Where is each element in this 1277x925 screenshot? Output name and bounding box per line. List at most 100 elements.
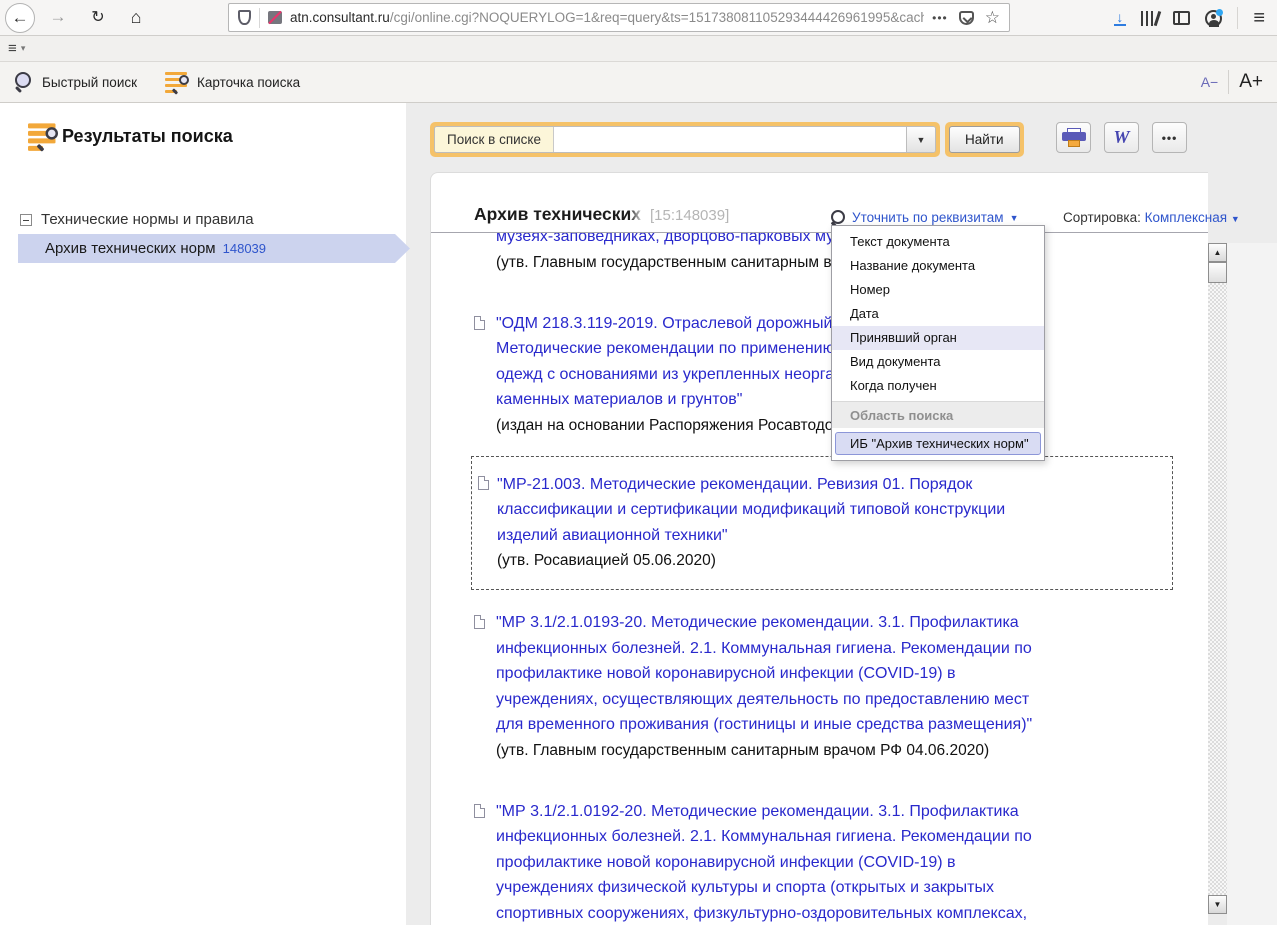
refine-by-fields-button[interactable]: Уточнить по реквизитам ▼ (831, 210, 1019, 225)
result-entry: "МР 3.1/2.1.0192-20. Методические рекоме… (496, 799, 1188, 925)
url-path: /cgi/online.cgi?NOQUERYLOG=1&req=query&t… (390, 10, 924, 25)
refine-menu-item[interactable]: Название документа (832, 254, 1044, 278)
result-entry: "МР-21.003. Методические рекомендации. Р… (471, 456, 1173, 591)
collapse-icon[interactable] (20, 214, 32, 226)
printer-icon (1062, 128, 1086, 147)
magnifier-icon (831, 210, 846, 225)
refine-menu: Текст документаНазвание документаНомерДа… (831, 225, 1045, 461)
search-scope-button[interactable]: Поиск в списке (435, 127, 554, 152)
document-note: (утв. Главным государственным санитарным… (496, 740, 1188, 762)
refine-menu-item[interactable]: Вид документа (832, 350, 1044, 374)
address-bar[interactable]: atn.consultant.ru/cgi/online.cgi?NOQUERY… (228, 3, 1010, 32)
page-actions-icon[interactable]: ••• (932, 11, 948, 25)
refine-menu-item[interactable]: Принявший орган (832, 326, 1044, 350)
sidebar-title: Результаты поиска (62, 126, 233, 147)
notification-dot (1216, 9, 1223, 16)
divider (1228, 70, 1229, 94)
downloads-icon[interactable]: ↓ (1114, 11, 1126, 26)
sort-control[interactable]: Сортировка: Комплексная ▼ (1063, 210, 1240, 225)
search-card-label: Карточка поиска (197, 75, 300, 90)
find-button[interactable]: Найти (949, 126, 1020, 153)
document-actions: W ••• (1056, 122, 1187, 153)
tree-group-label: Технические нормы и правила (41, 211, 254, 228)
sort-value: Комплексная ▼ (1145, 210, 1240, 225)
scroll-down-button[interactable]: ▼ (1208, 895, 1227, 914)
home-button[interactable]: ⌂ (122, 3, 150, 31)
search-card-button[interactable]: Карточка поиска (151, 62, 314, 102)
refine-label: Уточнить по реквизитам (852, 210, 1004, 225)
results-range: [15:148039] (650, 207, 729, 224)
sort-label: Сортировка: (1063, 210, 1141, 225)
refine-menu-item[interactable]: Номер (832, 278, 1044, 302)
chevron-down-icon: ▼ (1231, 214, 1240, 224)
blocked-content-icon[interactable] (268, 11, 282, 24)
document-note: (утв. Росавиацией 05.06.2020) (497, 550, 1162, 572)
refine-menu-items: Текст документаНазвание документаНомерДа… (832, 230, 1044, 398)
word-icon: W (1113, 127, 1129, 148)
result-entry: "МР 3.1/2.1.0193-20. Методические рекоме… (496, 610, 1188, 762)
tree-group-row[interactable]: Технические нормы и правила (20, 211, 254, 228)
forward-button[interactable]: → (44, 3, 72, 31)
document-link[interactable]: "МР 3.1/2.1.0193-20. Методические рекоме… (496, 610, 1188, 738)
more-actions-button[interactable]: ••• (1152, 122, 1187, 153)
pocket-icon[interactable] (959, 11, 974, 25)
divider (259, 8, 260, 28)
reload-button[interactable]: ↻ (84, 3, 112, 31)
tree-selected-count: 148039 (223, 241, 266, 256)
find-button-frame: Найти (945, 122, 1024, 157)
browser-toolbar: ← → ↻ ⌂ atn.consultant.ru/cgi/online.cgi… (0, 0, 1277, 36)
search-combo-frame: Поиск в списке ▼ (430, 122, 940, 157)
scroll-up-button[interactable]: ▲ (1208, 243, 1227, 262)
scrollbar-thumb[interactable] (1208, 262, 1227, 283)
export-word-button[interactable]: W (1104, 122, 1139, 153)
font-decrease-button[interactable]: A− (1201, 74, 1219, 90)
list-search-area: Поиск в списке ▼ Найти (430, 122, 1024, 157)
document-icon (474, 316, 485, 330)
document-icon (474, 804, 485, 818)
url-host: atn.consultant.ru (290, 10, 390, 25)
document-icon (478, 476, 489, 490)
app-toolbar: Быстрый поиск Карточка поиска A− A+ (0, 62, 1277, 103)
quick-search-button[interactable]: Быстрый поиск (0, 62, 151, 102)
search-dropdown-arrow[interactable]: ▼ (906, 127, 935, 152)
url-text: atn.consultant.ru/cgi/online.cgi?NOQUERY… (290, 10, 924, 25)
sidebars-icon[interactable] (1173, 11, 1190, 25)
tree-selected-label: Архив технических норм (45, 240, 216, 257)
ellipsis-icon: ••• (1162, 131, 1178, 145)
account-icon[interactable] (1205, 10, 1222, 27)
search-input[interactable] (554, 127, 906, 152)
results-panel: Архив технических [15:148039] Уточнить по… (430, 172, 1208, 925)
document-link[interactable]: "МР-21.003. Методические рекомендации. Р… (497, 472, 1162, 549)
sidebar: Результаты поиска Технические нормы и пр… (0, 103, 406, 925)
result-list: музеях-заповедниках, дворцово-парковых м… (431, 233, 1208, 925)
menu-section-label: Область поиска (832, 401, 1044, 428)
document-link[interactable]: "МР 3.1/2.1.0192-20. Методические рекоме… (496, 799, 1188, 925)
quick-search-label: Быстрый поиск (42, 75, 137, 90)
print-button[interactable] (1056, 122, 1091, 153)
search-results-icon (28, 123, 58, 149)
results-title: Архив технических (474, 204, 641, 225)
search-card-icon (165, 72, 189, 93)
toolbar-menu-icon[interactable]: ≡ ▾ (8, 40, 25, 57)
document-icon (474, 615, 485, 629)
vertical-scrollbar[interactable]: ▲ ▼ (1208, 243, 1227, 914)
results-scroll-area: музеях-заповедниках, дворцово-парковых м… (431, 233, 1208, 925)
magnifier-icon (14, 72, 34, 92)
refine-menu-item[interactable]: Текст документа (832, 230, 1044, 254)
divider (1237, 7, 1238, 29)
page-margin (1227, 243, 1277, 925)
chevron-down-icon: ▼ (1010, 213, 1019, 223)
back-button[interactable]: ← (5, 3, 35, 33)
menu-scope-item[interactable]: ИБ "Архив технических норм" (835, 432, 1041, 455)
refine-menu-item[interactable]: Дата (832, 302, 1044, 326)
tree-selected-item[interactable]: Архив технических норм 148039 (18, 234, 410, 263)
tracking-protection-icon[interactable] (238, 10, 251, 25)
results-header: Архив технических [15:148039] Уточнить по… (431, 173, 1208, 233)
browser-window: ← → ↻ ⌂ atn.consultant.ru/cgi/online.cgi… (0, 0, 1277, 925)
bookmark-star-icon[interactable]: ☆ (985, 9, 1000, 26)
font-increase-button[interactable]: A+ (1239, 71, 1263, 93)
secondary-toolbar: ≡ ▾ (0, 36, 1277, 62)
menu-icon[interactable]: ≡ (1253, 8, 1265, 28)
library-icon[interactable] (1141, 11, 1159, 26)
refine-menu-item[interactable]: Когда получен (832, 374, 1044, 398)
